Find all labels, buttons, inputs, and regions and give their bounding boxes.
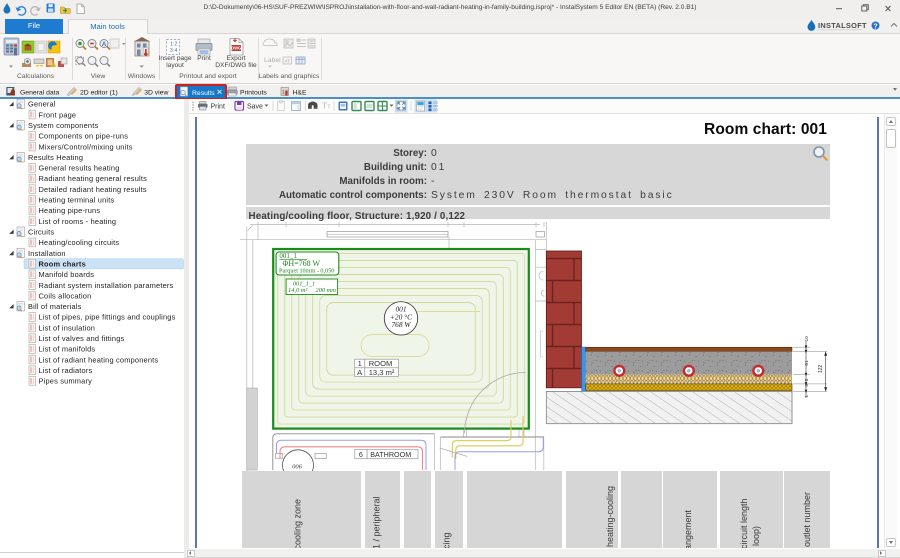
svg-text:Save: Save [247, 103, 263, 110]
svg-text:13,3 m²: 13,3 m² [369, 368, 395, 377]
svg-text:List of radiators: List of radiators [39, 366, 93, 375]
svg-text:INSTALSOFT: INSTALSOFT [818, 21, 867, 30]
svg-text:General data: General data [20, 89, 60, 96]
svg-text:122: 122 [818, 365, 824, 374]
svg-text:Label: Label [264, 57, 281, 64]
svg-text:List of valves and fittings: List of valves and fittings [39, 334, 125, 343]
svg-text:Arrangement: Arrangement [683, 509, 693, 547]
svg-text:Manifold boards: Manifold boards [39, 270, 95, 279]
svg-text:Results Heating: Results Heating [28, 153, 83, 162]
svg-text:DWG: DWG [231, 45, 241, 50]
svg-text:Room charts: Room charts [39, 259, 86, 268]
svg-text:Coils allocation: Coils allocation [39, 291, 92, 300]
svg-text:61: 61 [804, 360, 809, 366]
svg-text:Heating-cooling zone: Heating-cooling zone [293, 499, 303, 548]
svg-text:outlet number: outlet number [802, 492, 812, 547]
svg-text:Spacing: Spacing [442, 532, 452, 547]
svg-text:(without loop): (without loop) [751, 526, 761, 548]
svg-text:2D editor (1): 2D editor (1) [80, 89, 118, 96]
svg-text:List of rooms - heating: List of rooms - heating [39, 217, 117, 226]
svg-text:Zone 1 / peripheral: Zone 1 / peripheral [372, 496, 382, 547]
svg-text:1: 1 [282, 90, 285, 96]
svg-text:200 mm: 200 mm [316, 287, 337, 294]
svg-text:Circuits: Circuits [28, 228, 54, 237]
svg-text:heating-cooling: heating-cooling [605, 486, 615, 547]
svg-text:General results heating: General results heating [39, 164, 120, 173]
svg-text:circuit length: circuit length [739, 498, 749, 547]
svg-text:3D view: 3D view [144, 89, 168, 96]
svg-text:List of radiant heating compon: List of radiant heating components [39, 355, 159, 364]
svg-text:Radiant heating general result: Radiant heating general results [39, 174, 148, 183]
svg-text:Detailed radiant heating resul: Detailed radiant heating results [39, 185, 147, 194]
svg-text:Heating pipe-runs: Heating pipe-runs [39, 206, 101, 215]
svg-text:Front page: Front page [39, 110, 77, 119]
svg-text:Installation: Installation [28, 249, 66, 258]
svg-text:Results: Results [192, 90, 215, 97]
svg-text:Parquet 10mm - 0,050: Parquet 10mm - 0,050 [279, 268, 334, 275]
svg-text:Radiant system installation pa: Radiant system installation parameters [39, 281, 174, 290]
svg-text:10: 10 [804, 336, 809, 342]
svg-text:Heating/cooling circuits: Heating/cooling circuits [39, 238, 120, 247]
svg-text:6: 6 [359, 450, 363, 459]
svg-text:Printouts: Printouts [240, 89, 267, 96]
svg-text:1: 1 [804, 394, 809, 397]
svg-text:8: 8 [804, 378, 809, 381]
svg-text:Print: Print [211, 103, 225, 110]
svg-text:Components on pipe-runs: Components on pipe-runs [39, 132, 129, 141]
svg-text:Pipes summary: Pipes summary [39, 377, 93, 386]
svg-text:Mixers/Control/mixing units: Mixers/Control/mixing units [39, 142, 133, 151]
svg-text:General: General [28, 100, 56, 109]
svg-text:H&E: H&E [293, 89, 307, 96]
svg-text:List of manifolds: List of manifolds [39, 345, 96, 354]
svg-text:List of insulation: List of insulation [39, 323, 96, 332]
svg-text:BATHROOM: BATHROOM [370, 450, 411, 459]
svg-text:?: ? [873, 23, 877, 30]
svg-text:Heating terminal units: Heating terminal units [39, 196, 115, 205]
svg-text:768 W: 768 W [391, 320, 411, 329]
svg-text:2: 2 [175, 41, 178, 47]
svg-text:TT: TT [322, 101, 331, 111]
svg-text:AT: AT [284, 58, 290, 63]
svg-text:8: 8 [804, 384, 809, 387]
svg-text:006: 006 [292, 464, 303, 471]
svg-text:4: 4 [175, 48, 178, 54]
svg-text:14,0 m²: 14,0 m² [288, 287, 307, 294]
svg-text:Bill of materials: Bill of materials [28, 302, 82, 311]
svg-text:A: A [102, 42, 107, 48]
svg-text:System components: System components [28, 121, 98, 130]
svg-text:List of pipes, pipe fittings a: List of pipes, pipe fittings and couplin… [39, 313, 176, 322]
